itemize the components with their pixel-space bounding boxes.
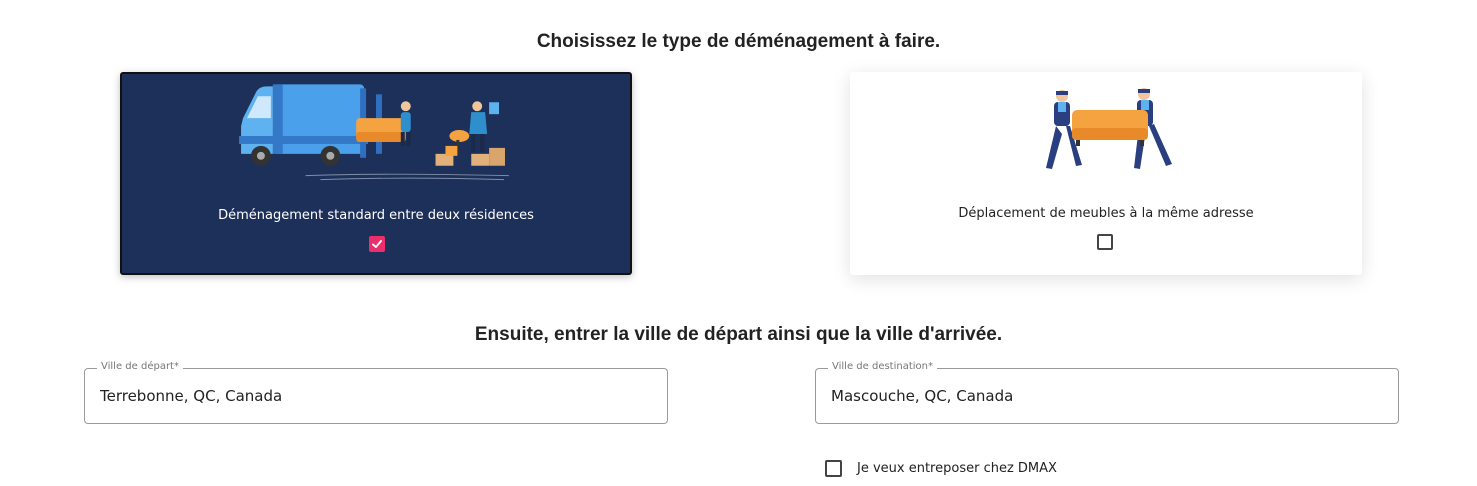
- departure-city-field[interactable]: Ville de départ*: [84, 361, 668, 424]
- storage-option[interactable]: Je veux entreposer chez DMAX: [825, 458, 1057, 478]
- move-type-heading: Choisissez le type de déménagement à fai…: [536, 31, 941, 52]
- storage-label: Je veux entreposer chez DMAX: [857, 460, 1057, 476]
- destination-city-label: Ville de destination*: [828, 361, 937, 372]
- checkbox-unchecked[interactable]: [1097, 234, 1113, 250]
- storage-checkbox[interactable]: [825, 459, 842, 477]
- movers-carrying-sofa-illustration: [1046, 88, 1172, 169]
- destination-city-field[interactable]: Ville de destination*: [815, 361, 1399, 424]
- option-label: Déplacement de meubles à la même adresse: [958, 206, 1254, 221]
- option-card-standard-move[interactable]: Déménagement standard entre deux résiden…: [120, 72, 632, 275]
- departure-city-input[interactable]: [100, 385, 640, 407]
- departure-city-label: Ville de départ*: [97, 361, 183, 372]
- moving-truck-illustration: [239, 84, 509, 181]
- checkbox-checked[interactable]: [369, 236, 385, 252]
- cities-heading: Ensuite, entrer la ville de départ ainsi…: [474, 324, 1003, 345]
- checkmark-icon: [372, 240, 382, 248]
- option-card-furniture-move[interactable]: Déplacement de meubles à la même adresse: [850, 72, 1362, 275]
- option-label: Déménagement standard entre deux résiden…: [218, 208, 534, 223]
- destination-city-input[interactable]: [831, 385, 1371, 407]
